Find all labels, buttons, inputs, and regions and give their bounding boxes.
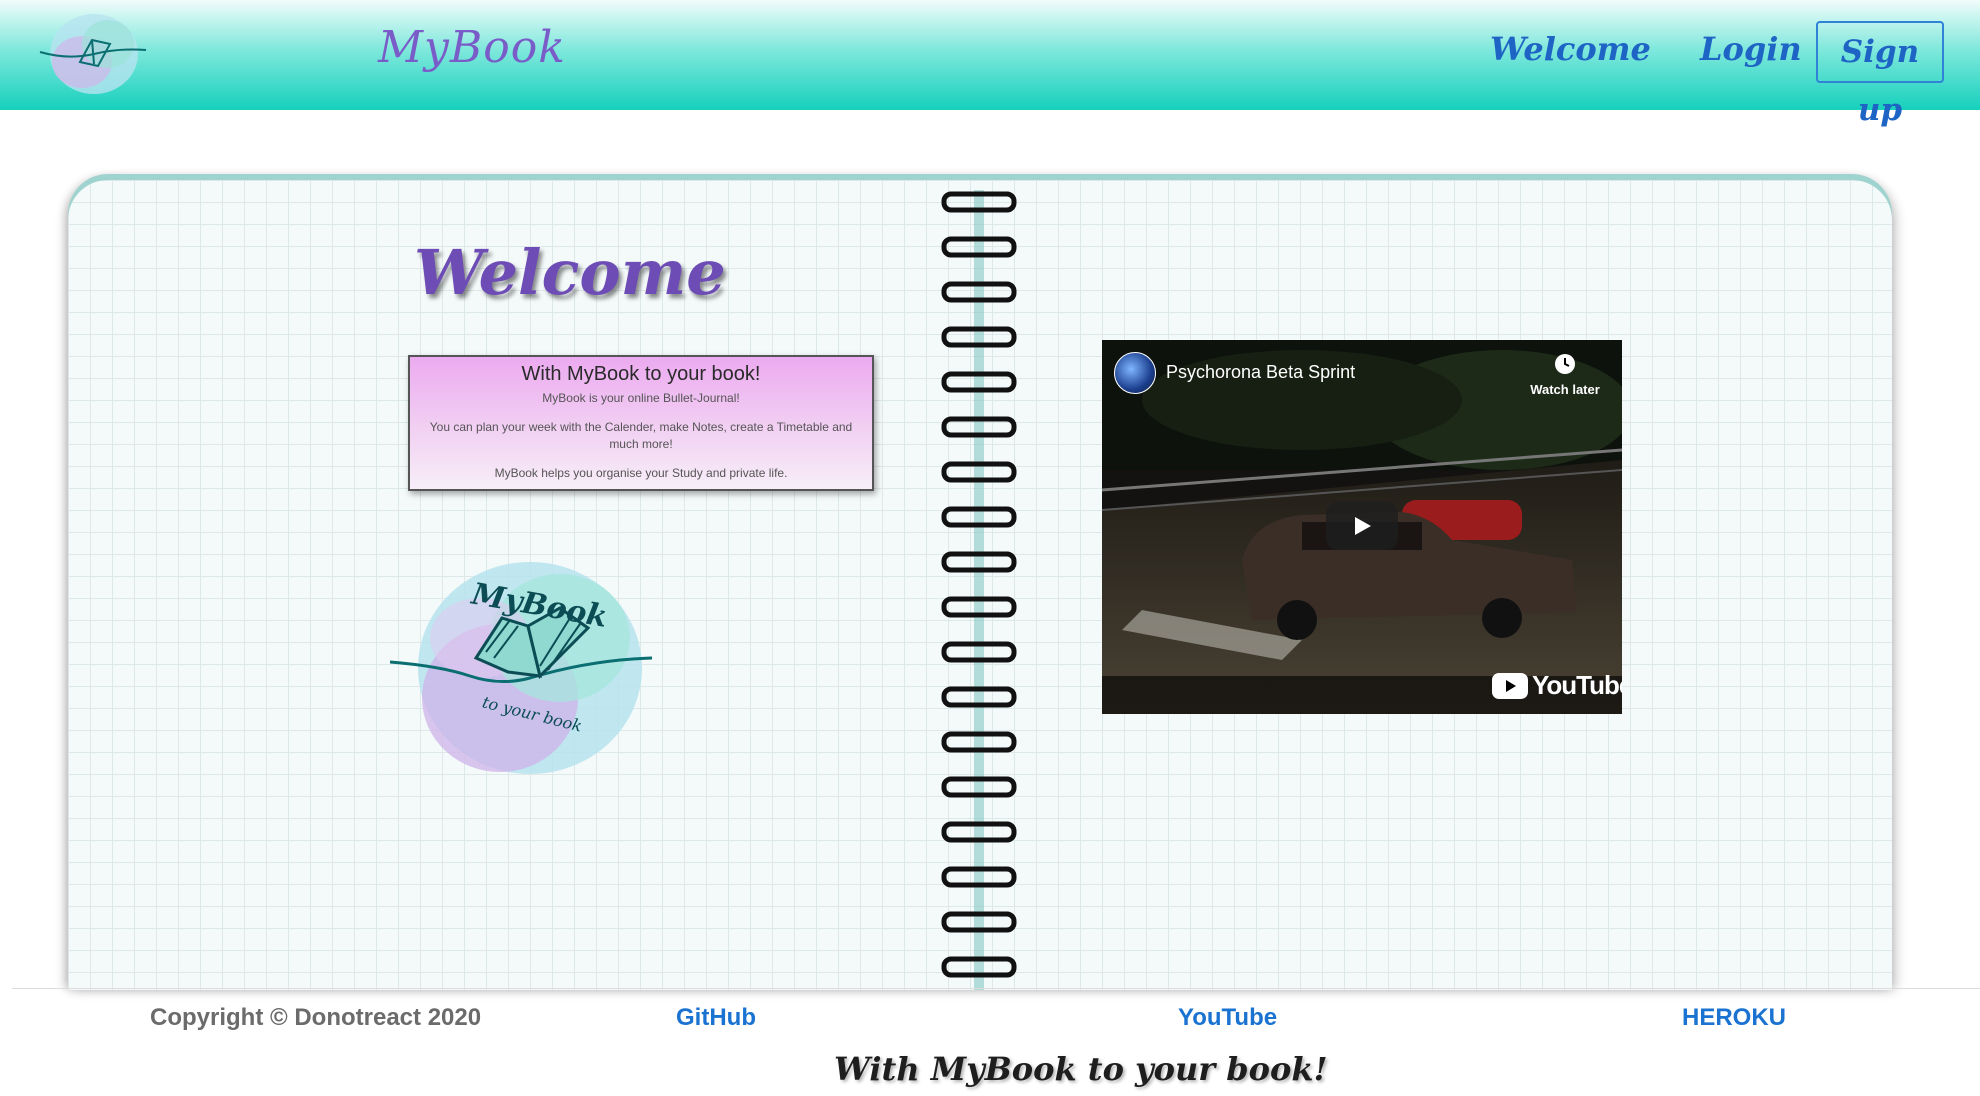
signup-button[interactable]: Sign up — [1816, 21, 1944, 128]
youtube-logo-icon — [1492, 672, 1528, 699]
youtube-brand[interactable]: YouTube — [1492, 670, 1622, 701]
info-card: With MyBook to your book! MyBook is your… — [408, 355, 874, 491]
watch-later-button[interactable]: Watch later — [1520, 352, 1610, 397]
clock-icon — [1555, 354, 1575, 374]
navbar: MyBook Welcome Login Sign up — [0, 0, 1980, 128]
spiral-binding — [941, 190, 1017, 990]
play-button[interactable] — [1326, 502, 1398, 550]
info-card-line-1: MyBook is your online Bullet-Journal! — [542, 391, 740, 405]
footer-divider — [12, 988, 1980, 989]
footer-heroku-link[interactable]: HEROKU — [1682, 1004, 1786, 1032]
brand-name[interactable]: MyBook — [378, 22, 566, 73]
nav-welcome-link[interactable]: Welcome — [1490, 30, 1651, 68]
watch-later-label: Watch later — [1530, 382, 1600, 397]
video-title[interactable]: Psychorona Beta Sprint — [1166, 362, 1355, 383]
welcome-heading: Welcome — [414, 236, 726, 309]
footer-tagline: With MyBook to your book! — [834, 1050, 1328, 1088]
mybook-logo-icon[interactable] — [38, 4, 148, 100]
info-card-line-2: You can plan your week with the Calender… — [429, 420, 853, 451]
info-card-line-3: MyBook helps you organise your Study and… — [494, 466, 788, 480]
channel-avatar[interactable] — [1114, 352, 1156, 394]
footer-github-link[interactable]: GitHub — [676, 1004, 756, 1032]
play-icon — [1355, 517, 1371, 535]
youtube-brand-text: YouTube — [1532, 670, 1622, 700]
info-card-title: With MyBook to your book! — [521, 363, 761, 385]
copyright-text: Copyright © Donotreact 2020 — [150, 1004, 482, 1031]
nav-login-link[interactable]: Login — [1700, 30, 1802, 68]
youtube-video-embed[interactable]: Psychorona Beta Sprint Watch later YouTu… — [1102, 340, 1622, 714]
mybook-logo-large-icon: MyBook to your book — [390, 562, 653, 774]
footer-youtube-link[interactable]: YouTube — [1178, 1004, 1277, 1032]
